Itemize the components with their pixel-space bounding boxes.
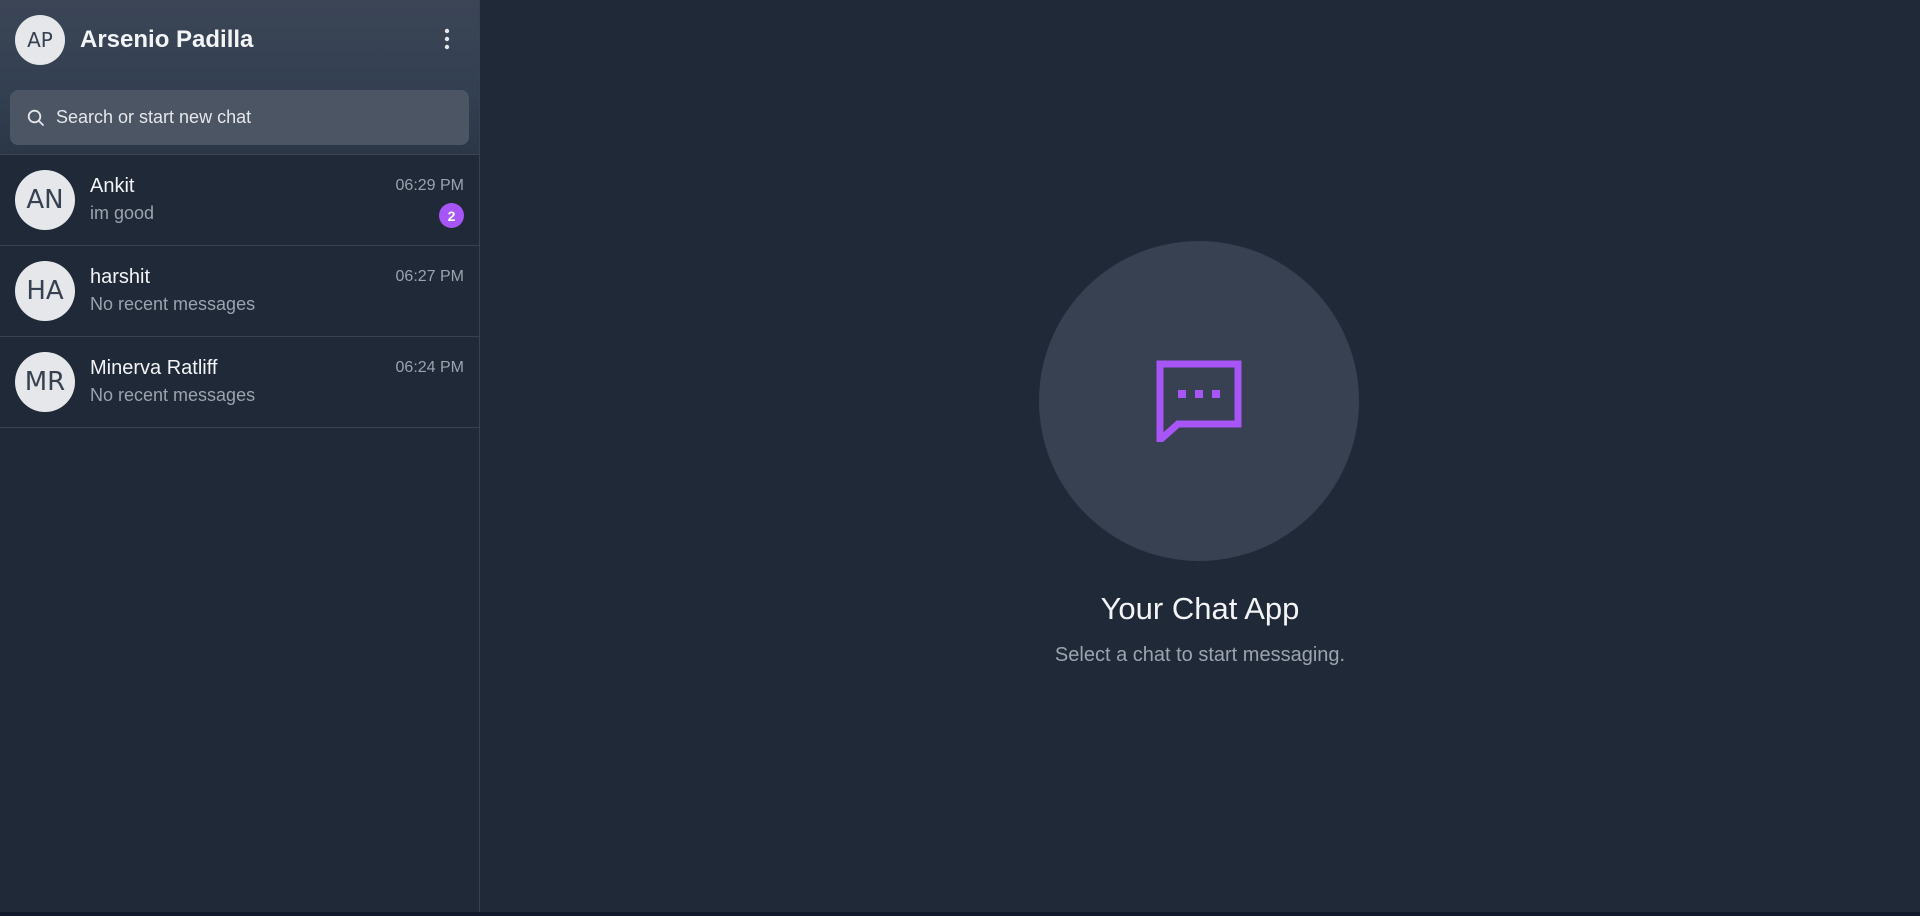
chat-preview: No recent messages xyxy=(90,294,256,314)
more-vertical-icon xyxy=(444,28,450,50)
chat-name: Ankit xyxy=(90,175,135,197)
chat-name: Minerva Ratliff xyxy=(90,357,218,379)
search-box[interactable] xyxy=(10,90,469,145)
chat-preview: im good xyxy=(90,203,155,223)
chat-item-harshit[interactable]: HA harshit 06:27 PM No recent messages xyxy=(0,246,479,337)
avatar: HA xyxy=(15,261,75,321)
search-icon xyxy=(26,108,46,128)
search-input[interactable] xyxy=(56,107,456,128)
empty-state: Your Chat App Select a chat to start mes… xyxy=(480,0,1920,912)
empty-state-circle xyxy=(1039,241,1359,561)
empty-state-title: Your Chat App xyxy=(1100,591,1300,626)
avatar: MR xyxy=(15,352,75,412)
menu-button[interactable] xyxy=(432,24,462,54)
chat-name: harshit xyxy=(90,266,151,288)
bottom-edge xyxy=(0,912,1920,916)
user-name: Arsenio Padilla xyxy=(80,26,254,53)
main-pane: Your Chat App Select a chat to start mes… xyxy=(480,0,1920,912)
chat-time: 06:29 PM xyxy=(395,177,464,194)
chat-time: 06:27 PM xyxy=(395,268,464,285)
chat-list: AN Ankit 06:29 PM im good 2 HA harshit 0… xyxy=(0,155,479,912)
chat-item-minerva-ratliff[interactable]: MR Minerva Ratliff 06:24 PM No recent me… xyxy=(0,337,479,428)
unread-badge: 2 xyxy=(439,203,464,228)
chat-item-ankit[interactable]: AN Ankit 06:29 PM im good 2 xyxy=(0,155,479,246)
avatar: AN xyxy=(15,170,75,230)
chat-app: AP Arsenio Padilla Search or start new c… xyxy=(0,0,1920,912)
sidebar-header: AP Arsenio Padilla xyxy=(0,0,479,155)
chat-time: 06:24 PM xyxy=(395,359,464,376)
user-avatar[interactable]: AP xyxy=(15,15,65,65)
chat-preview: No recent messages xyxy=(90,385,256,405)
chat-bubble-icon xyxy=(1156,360,1242,442)
empty-state-subtitle: Select a chat to start messaging. xyxy=(1054,644,1346,666)
sidebar: AP Arsenio Padilla Search or start new c… xyxy=(0,0,480,912)
